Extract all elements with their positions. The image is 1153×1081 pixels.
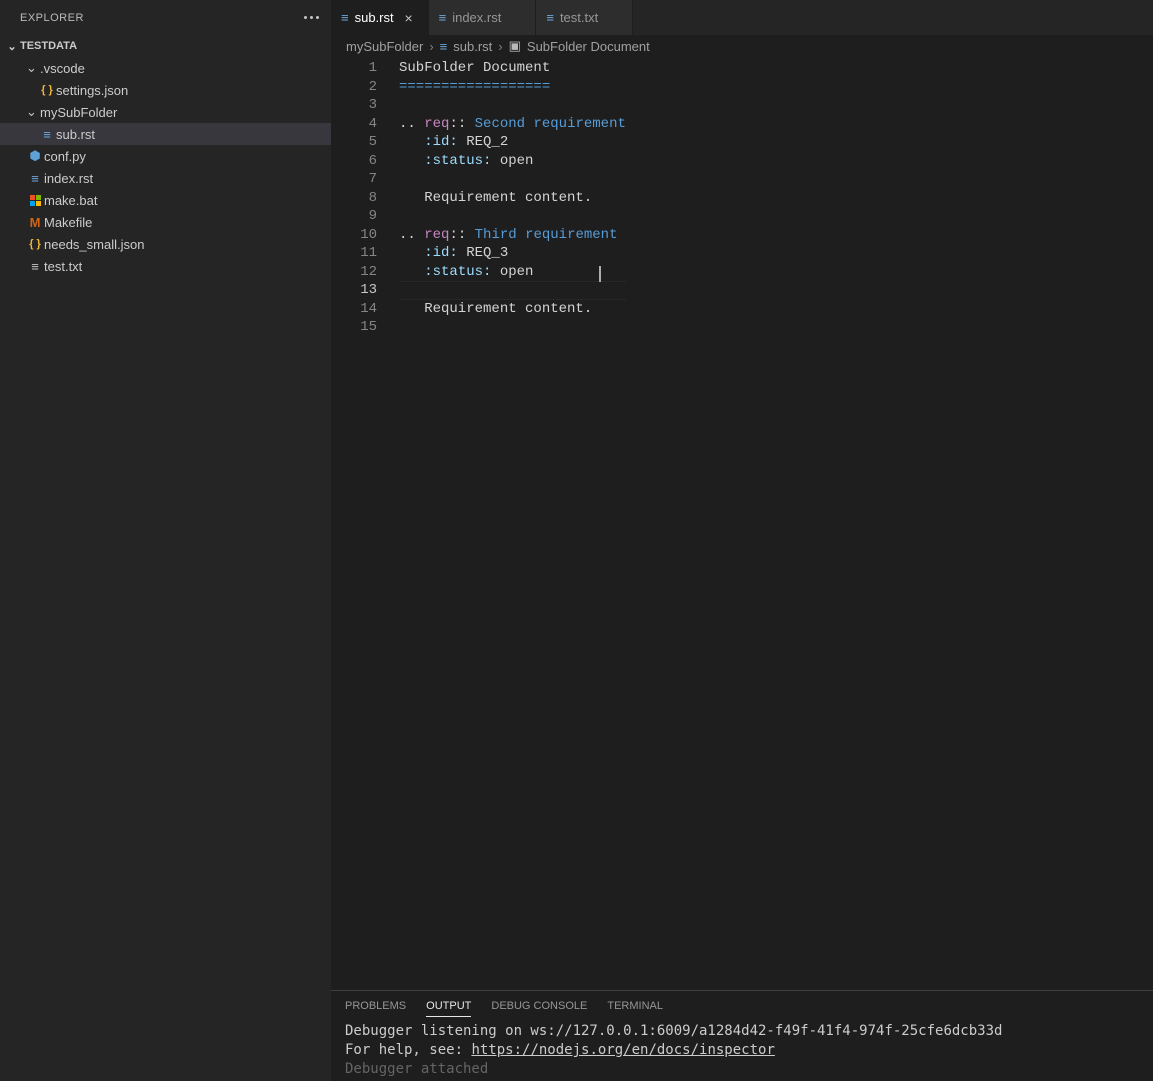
- tree-item-label: test.txt: [44, 259, 82, 274]
- more-actions-icon[interactable]: [304, 16, 319, 19]
- rst-icon: ≡: [546, 10, 554, 25]
- panel-tab-terminal[interactable]: TERMINAL: [607, 1000, 663, 1012]
- output-link[interactable]: https://nodejs.org/en/docs/inspector: [471, 1042, 774, 1058]
- close-icon[interactable]: ×: [400, 10, 418, 26]
- line-gutter: 123456789101112131415: [331, 57, 399, 990]
- output-content[interactable]: Debugger listening on ws://127.0.0.1:600…: [331, 1020, 1153, 1081]
- rst-icon: ≡: [26, 171, 44, 186]
- file-item[interactable]: ≡index.rst: [0, 167, 331, 189]
- file-item[interactable]: { }settings.json: [0, 79, 331, 101]
- explorer-sidebar: EXPLORER ⌄ TESTDATA ⌄.vscode{ }settings.…: [0, 0, 331, 1081]
- tree-item-label: .vscode: [40, 61, 85, 76]
- bottom-panel: PROBLEMS OUTPUT DEBUG CONSOLE TERMINAL Debu…: [331, 990, 1153, 1081]
- text-cursor: [599, 266, 601, 282]
- win-icon: [26, 195, 44, 206]
- rst-icon: ≡: [341, 10, 349, 25]
- file-item[interactable]: ≡sub.rst: [0, 123, 331, 145]
- chevron-right-icon: ›: [429, 39, 433, 54]
- breadcrumb-part[interactable]: sub.rst: [453, 39, 492, 54]
- panel-tab-debug-console[interactable]: DEBUG CONSOLE: [491, 1000, 587, 1012]
- code-editor[interactable]: 123456789101112131415 SubFolder Document…: [331, 57, 1153, 990]
- editor-area: ≡ sub.rst × ≡ index.rst ≡ test.txt mySubFolder…: [331, 0, 1153, 1081]
- breadcrumb-part[interactable]: SubFolder Document: [527, 39, 650, 54]
- file-item[interactable]: MMakefile: [0, 211, 331, 233]
- editor-tab[interactable]: ≡ sub.rst ×: [331, 0, 429, 35]
- json-icon: { }: [38, 84, 56, 96]
- file-item[interactable]: ≡test.txt: [0, 255, 331, 277]
- file-item[interactable]: make.bat: [0, 189, 331, 211]
- tab-label: index.rst: [452, 10, 501, 25]
- rst-icon: ≡: [38, 127, 56, 142]
- tree-item-label: conf.py: [44, 149, 86, 164]
- file-item[interactable]: { }needs_small.json: [0, 233, 331, 255]
- file-item[interactable]: ⬢conf.py: [0, 145, 331, 167]
- panel-tab-output[interactable]: OUTPUT: [426, 1000, 471, 1017]
- code-content[interactable]: SubFolder Document================== .. …: [399, 57, 626, 990]
- rst-icon: ≡: [439, 10, 447, 25]
- json-icon: { }: [26, 238, 44, 250]
- file-tree: ⌄.vscode{ }settings.json⌄mySubFolder≡sub…: [0, 57, 331, 277]
- tab-label: sub.rst: [355, 10, 394, 25]
- py-icon: ⬢: [26, 148, 44, 164]
- symbol-icon: ▣: [509, 38, 521, 54]
- chevron-down-icon: ⌄: [26, 104, 40, 120]
- panel-tabs: PROBLEMS OUTPUT DEBUG CONSOLE TERMINAL: [331, 991, 1153, 1020]
- tree-item-label: make.bat: [44, 193, 97, 208]
- chevron-right-icon: ›: [498, 39, 502, 54]
- tree-item-label: sub.rst: [56, 127, 95, 142]
- panel-tab-problems[interactable]: PROBLEMS: [345, 1000, 406, 1012]
- tree-item-label: mySubFolder: [40, 105, 117, 120]
- tree-item-label: index.rst: [44, 171, 93, 186]
- folder-item[interactable]: ⌄.vscode: [0, 57, 331, 79]
- editor-tab[interactable]: ≡ test.txt: [536, 0, 633, 35]
- tree-item-label: settings.json: [56, 83, 128, 98]
- tree-item-label: needs_small.json: [44, 237, 144, 252]
- folder-item[interactable]: ⌄mySubFolder: [0, 101, 331, 123]
- tab-label: test.txt: [560, 10, 598, 25]
- output-line: For help, see: https://nodejs.org/en/doc…: [345, 1041, 1139, 1060]
- chevron-down-icon: ⌄: [4, 40, 20, 53]
- make-icon: M: [26, 215, 44, 230]
- output-line: Debugger attached: [345, 1060, 1139, 1079]
- breadcrumb[interactable]: mySubFolder › ≡ sub.rst › ▣ SubFolder Do…: [331, 35, 1153, 57]
- workspace-name: TESTDATA: [20, 40, 77, 52]
- chevron-down-icon: ⌄: [26, 60, 40, 76]
- txt-icon: ≡: [26, 259, 44, 274]
- workspace-header[interactable]: ⌄ TESTDATA: [0, 35, 331, 57]
- breadcrumb-part[interactable]: mySubFolder: [346, 39, 423, 54]
- output-line: Debugger listening on ws://127.0.0.1:600…: [345, 1022, 1139, 1041]
- editor-tab[interactable]: ≡ index.rst: [429, 0, 537, 35]
- tree-item-label: Makefile: [44, 215, 92, 230]
- explorer-title: EXPLORER: [20, 12, 84, 24]
- editor-tabs: ≡ sub.rst × ≡ index.rst ≡ test.txt: [331, 0, 1153, 35]
- rst-icon: ≡: [440, 39, 448, 54]
- explorer-header: EXPLORER: [0, 0, 331, 35]
